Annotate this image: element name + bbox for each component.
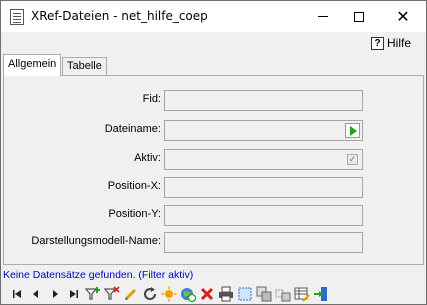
dateiname-label: Dateiname:: [104, 123, 161, 135]
help-label: Hilfe: [387, 36, 412, 50]
select-icon[interactable]: [235, 284, 254, 303]
dateiname-field[interactable]: [164, 120, 363, 141]
next-record-icon[interactable]: [45, 284, 64, 303]
copy-icon[interactable]: [254, 284, 273, 303]
darstellungsmodell-label: Darstellungsmodell-Name:: [31, 235, 161, 247]
exit-icon[interactable]: [311, 284, 330, 303]
globe-refresh-icon[interactable]: [178, 284, 197, 303]
aktiv-field[interactable]: ✓: [164, 149, 363, 170]
form-row-position-y: Position-Y:: [4, 205, 425, 227]
checkbox-icon: ✓: [347, 154, 358, 165]
print-icon[interactable]: [216, 284, 235, 303]
add-filter-icon[interactable]: [83, 284, 102, 303]
minimize-icon: [318, 16, 328, 17]
tab-allgemein[interactable]: Allgemein: [3, 54, 62, 76]
delete-icon[interactable]: [197, 284, 216, 303]
table-edit-icon[interactable]: [292, 284, 311, 303]
aktiv-checkbox[interactable]: ✓: [345, 152, 360, 167]
fid-label: Fid:: [142, 93, 161, 105]
help-icon: ?: [371, 36, 384, 50]
minimize-button[interactable]: [305, 1, 341, 32]
general-panel: Fid: Dateiname: Aktiv: ✓ Position-X: Pos…: [3, 75, 424, 265]
app-document-icon: [10, 9, 24, 25]
aktiv-label: Aktiv:: [134, 152, 161, 164]
tab-tabelle[interactable]: Tabelle: [62, 57, 107, 76]
position-y-field[interactable]: [164, 205, 363, 226]
form-row-dateiname: Dateiname:: [4, 120, 425, 142]
help-button[interactable]: ? Hilfe: [371, 36, 411, 50]
form-row-aktiv: Aktiv: ✓: [4, 149, 425, 171]
highlight-icon[interactable]: [159, 284, 178, 303]
position-x-label: Position-X:: [107, 180, 161, 192]
title-bar[interactable]: XRef-Dateien - net_hilfe_coep ✕: [1, 1, 426, 32]
form-row-position-x: Position-X:: [4, 177, 425, 199]
close-button[interactable]: ✕: [385, 1, 421, 32]
open-file-button[interactable]: [345, 123, 360, 138]
position-x-field[interactable]: [164, 177, 363, 198]
maximize-button[interactable]: [341, 1, 377, 32]
form-row-fid: Fid:: [4, 90, 425, 112]
edit-icon[interactable]: [121, 284, 140, 303]
move-icon[interactable]: [273, 284, 292, 303]
maximize-icon: [354, 11, 364, 22]
remove-filter-icon[interactable]: [102, 284, 121, 303]
window-title: XRef-Dateien - net_hilfe_coep: [31, 9, 208, 23]
help-bar: ? Hilfe: [1, 32, 426, 54]
record-toolbar: [1, 283, 426, 304]
first-record-icon[interactable]: [7, 284, 26, 303]
play-icon: [350, 125, 357, 136]
xref-window: XRef-Dateien - net_hilfe_coep ✕ ? Hilfe …: [0, 0, 427, 305]
close-icon: ✕: [396, 6, 410, 26]
refresh-icon[interactable]: [140, 284, 159, 303]
last-record-icon[interactable]: [64, 284, 83, 303]
previous-record-icon[interactable]: [26, 284, 45, 303]
darstellungsmodell-field[interactable]: [164, 232, 363, 253]
form-row-darstellungsmodell: Darstellungsmodell-Name:: [4, 232, 425, 254]
position-y-label: Position-Y:: [108, 208, 161, 220]
status-text: Keine Datensätze gefunden. (Filter aktiv…: [3, 269, 194, 281]
fid-field[interactable]: [164, 90, 363, 111]
tab-strip: Allgemein Tabelle: [1, 54, 426, 76]
